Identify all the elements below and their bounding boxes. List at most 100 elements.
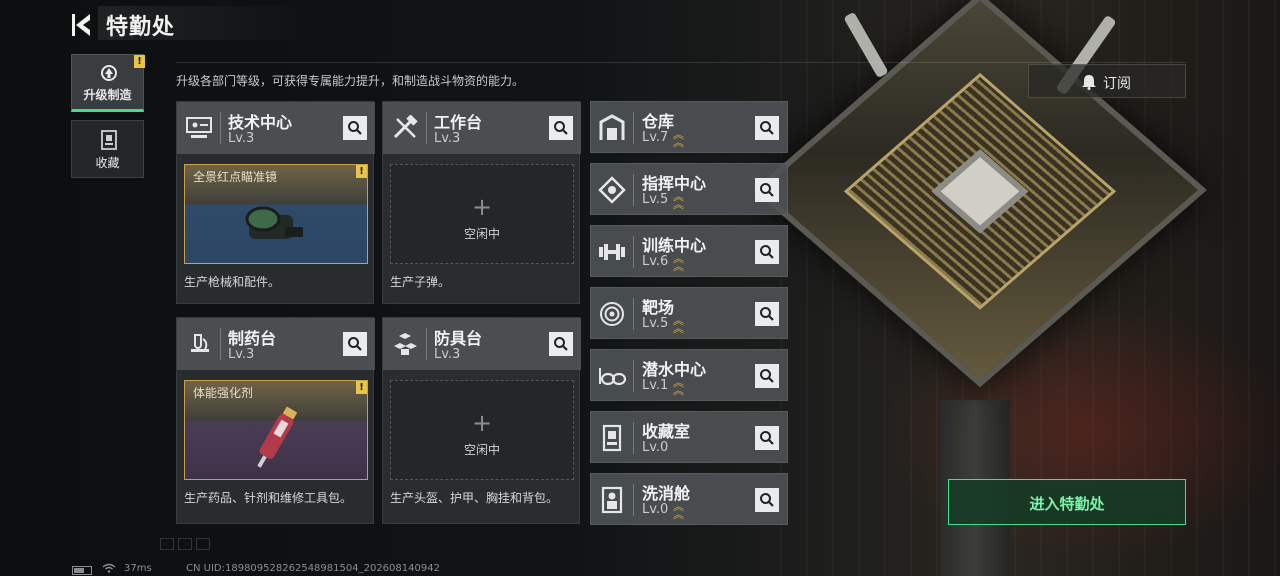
production-slot[interactable]: 体能强化剂 ! [184,380,368,480]
facility-description: 生产头盔、护甲、胸挂和背包。 [390,491,559,505]
cube-core [931,149,1029,234]
department-level: Lv.5 [642,316,669,331]
row-separator [633,236,634,268]
department-name: 靶场 [642,298,675,317]
dumbbell-icon [599,244,625,260]
back-button[interactable] [70,11,96,39]
department-collection-room[interactable]: 收藏室 Lv.0 [590,411,788,463]
user-uid: CN UID:1898095282625489815​04_2026081409… [186,563,440,574]
workbench-icon [393,115,418,139]
facility-description: 生产枪械和配件。 [184,275,281,289]
department-level: Lv.7 [642,130,669,145]
row-separator [633,422,634,454]
department-command-center[interactable]: 指挥中心 Lv.5 ︽ ︽ [590,163,788,215]
department-training-center[interactable]: 训练中心 Lv.6 ︽ ︽ [590,225,788,277]
inspect-button[interactable] [755,178,779,202]
facility-header[interactable]: 制药台 Lv.3 [177,318,375,370]
production-slot[interactable]: 全景红点瞄准镜 ! [184,164,368,264]
wifi-icon [102,563,116,573]
slot-item-name: 全景红点瞄准镜 [193,170,278,184]
department-diving-center[interactable]: 潜水中心 Lv.1 ︽ ︽ [590,349,788,401]
upgrade-icon [101,65,117,81]
facility-header[interactable]: 防具台 Lv.3 [383,318,581,370]
subscribe-label: 订阅 [1103,76,1131,92]
row-separator [633,298,634,330]
deco-square [160,538,174,550]
upgrade-chevron-icon: ︽ ︽ [673,376,684,397]
facility-card-armor-bench: 防具台 Lv.3 + 空闲中 生产头盔、护甲、胸挂和背包。 [382,317,581,524]
production-slot[interactable]: + 空闲中 [390,164,574,264]
inspect-button[interactable] [549,332,573,356]
decontamination-icon [601,486,623,514]
warehouse-icon [599,114,625,140]
facility-card-pharmacy: 制药台 Lv.3 体能强化剂 ! 生产药品、针剂和维修工具包。 [176,317,375,524]
pharmacy-icon [191,334,209,352]
facility-name: 工作台 [434,113,483,132]
tab-upgrade-craft[interactable]: 升级制造 ! [71,54,145,112]
department-decontamination[interactable]: 洗消舱 Lv.0 ︽ ︽ [590,473,788,525]
deco-square [178,538,192,550]
inspect-button[interactable] [755,364,779,388]
inspect-button[interactable] [549,116,573,140]
enter-special-ops-button[interactable]: 进入特勤处 [948,479,1186,525]
inspect-button[interactable] [755,116,779,140]
inspect-button[interactable] [343,332,367,356]
cube-inner-frame [843,72,1117,310]
search-icon [554,121,568,135]
deco-square [196,538,210,550]
department-level: Lv.0 [642,440,669,455]
collection-room-icon [602,424,622,452]
inspect-button[interactable] [755,302,779,326]
search-icon [348,121,362,135]
search-icon [760,431,774,445]
department-warehouse[interactable]: 仓库 Lv.7 ︽ ︽ [590,101,788,153]
add-icon: + [471,409,493,437]
diving-goggles-icon [599,368,627,386]
department-shooting-range[interactable]: 靶场 Lv.5 ︽ ︽ [590,287,788,339]
facility-header[interactable]: 工作台 Lv.3 [383,102,581,154]
facility-header[interactable]: 技术中心 Lv.3 [177,102,375,154]
back-arrow-icon [72,14,90,36]
upgrade-chevron-icon: ︽ ︽ [673,252,684,273]
subscribe-button[interactable]: 订阅 [1028,64,1186,98]
facility-name: 技术中心 [228,113,293,132]
header-separator [426,112,427,144]
ping-readout: 37ms [124,563,152,574]
inspect-button[interactable] [755,426,779,450]
production-slot[interactable]: + 空闲中 [390,380,574,480]
command-center-icon [598,176,626,204]
slot-alert-badge: ! [356,165,367,178]
page-subtitle: 升级各部门等级，可获得专属能力提升，和制造战斗物资的能力。 [176,74,525,88]
row-separator [633,484,634,516]
battery-icon [72,566,92,575]
add-icon: + [471,193,493,221]
search-icon [348,337,362,351]
row-separator [633,360,634,392]
enter-button-label: 进入特勤处 [1029,495,1105,513]
header-separator [220,328,221,360]
tab-collection[interactable]: 收藏 [71,120,144,178]
slot-idle-label: 空闲中 [463,227,500,241]
search-icon [760,183,774,197]
row-separator [633,174,634,206]
search-icon [760,121,774,135]
slot-alert-badge: ! [356,381,367,394]
header-separator [220,112,221,144]
department-name: 收藏室 [642,422,691,441]
tab-label: 收藏 [95,156,120,170]
slot-idle-label: 空闲中 [463,443,500,457]
search-icon [760,369,774,383]
facility-level: Lv.3 [228,347,255,362]
tech-center-icon [186,117,212,138]
search-icon [760,493,774,507]
facility-level: Lv.3 [434,347,461,362]
inspect-button[interactable] [755,488,779,512]
red-dot-sight-icon [245,206,303,239]
inspect-button[interactable] [755,240,779,264]
target-icon [600,302,624,326]
row-separator [633,112,634,144]
department-level: Lv.6 [642,254,669,269]
upgrade-chevron-icon: ︽ ︽ [673,190,684,211]
collection-icon [101,130,117,150]
inspect-button[interactable] [343,116,367,140]
